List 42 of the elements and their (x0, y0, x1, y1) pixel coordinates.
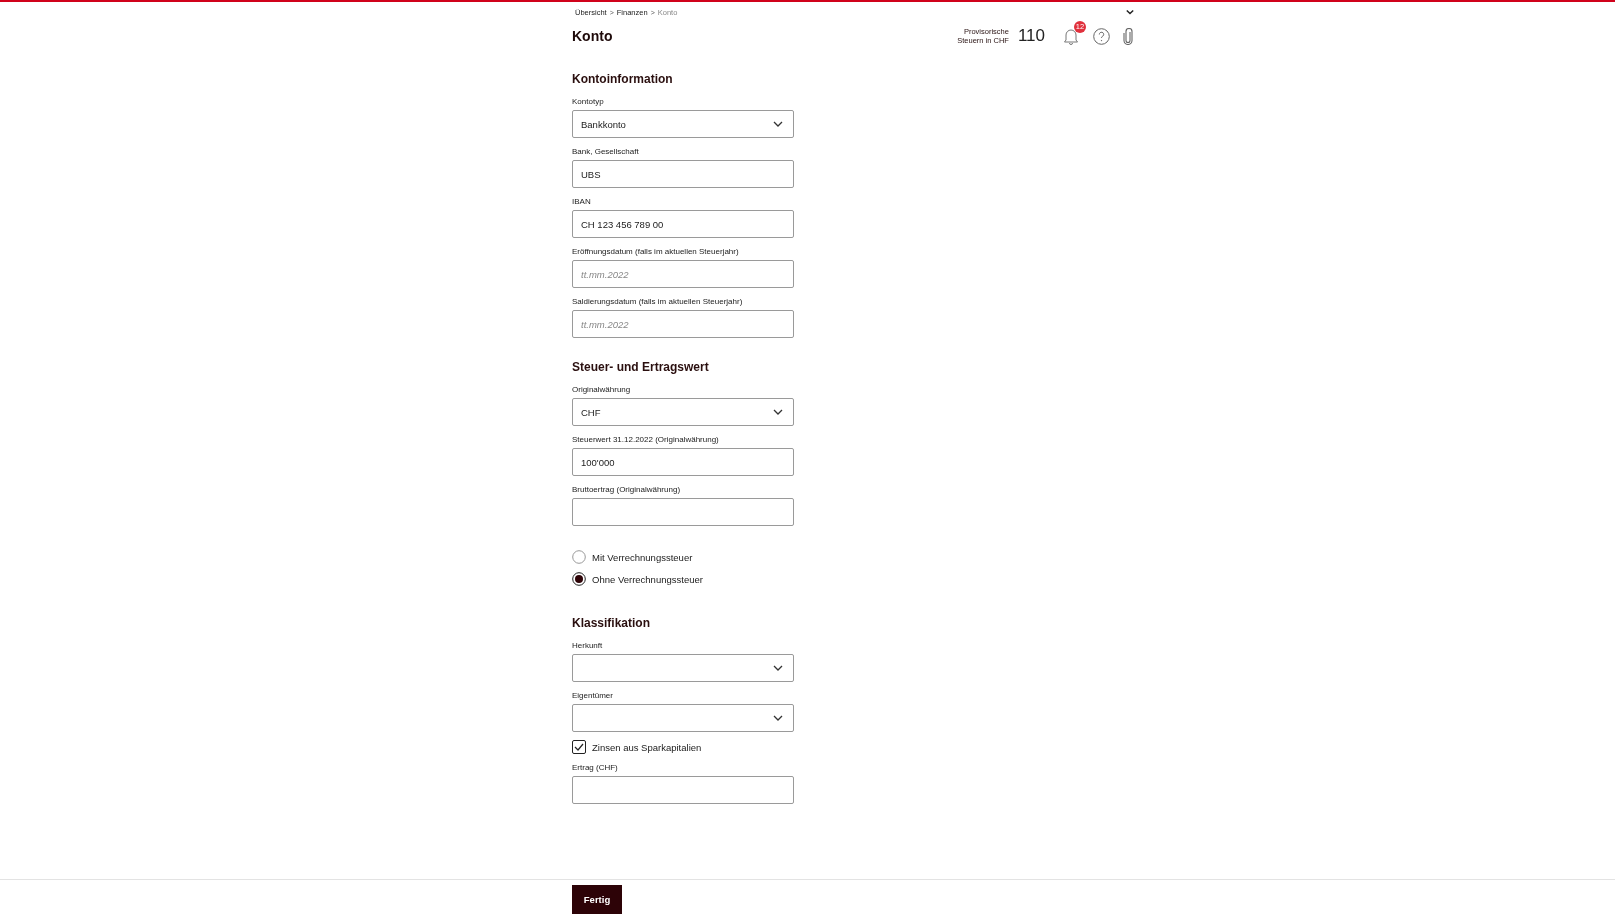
tax-amount: 110 (1017, 26, 1045, 46)
radio-label: Mit Verrechnungssteuer (592, 551, 693, 563)
select-field[interactable]: Bankkonto (572, 110, 794, 138)
radio-label: Ohne Verrechnungssteuer (592, 573, 703, 585)
chevron-down-icon (773, 665, 783, 671)
field-label: Bank, Gesellschaft (572, 146, 640, 158)
section-heading: Klassifikation (572, 616, 652, 630)
radio-button[interactable] (572, 572, 586, 586)
field-label: Originalwährung (572, 384, 632, 396)
chevron-down-icon (773, 121, 783, 127)
chevron-down-icon[interactable] (1126, 9, 1134, 15)
field-label: Herkunft (572, 640, 604, 652)
radio-button[interactable] (572, 550, 586, 564)
input-field[interactable]: tt.mm.2022 (572, 310, 794, 338)
field-label: Ertrag (CHF) (572, 762, 619, 774)
select-field[interactable] (572, 654, 794, 682)
field-label: Eigentümer (572, 690, 614, 702)
section-heading: Steuer- und Ertragswert (572, 360, 710, 374)
field-label: Kontotyp (572, 96, 605, 108)
field-label: IBAN (572, 196, 592, 208)
field-label: Steuerwert 31.12.2022 (Originalwährung) (572, 434, 720, 446)
field-label: Eröffnungsdatum (falls im aktuellen Steuerjahr) (572, 246, 740, 258)
chevron-down-icon (773, 715, 783, 721)
input-field[interactable]: CH 123 456 789 00 (572, 210, 794, 238)
bell-icon[interactable] (1063, 27, 1079, 45)
field-label: Bruttoertrag (Originalwährung) (572, 484, 682, 496)
select-field[interactable] (572, 704, 794, 732)
input-field[interactable]: 100'000 (572, 448, 794, 476)
input-field[interactable] (572, 776, 794, 804)
input-field[interactable] (572, 498, 794, 526)
checkbox-label: Zinsen aus Sparkapitalien (592, 741, 702, 753)
page-title: Konto (572, 28, 613, 44)
checkbox[interactable] (572, 740, 586, 754)
select-field[interactable]: CHF (572, 398, 794, 426)
paperclip-icon[interactable] (1122, 27, 1134, 45)
chevron-down-icon (773, 409, 783, 415)
input-field[interactable]: tt.mm.2022 (572, 260, 794, 288)
field-label: Saldierungsdatum (falls im aktuellen Steuerjahr) (572, 296, 744, 308)
input-field[interactable]: UBS (572, 160, 794, 188)
done-button[interactable]: Fertig (572, 885, 622, 914)
help-icon[interactable] (1093, 27, 1110, 45)
section-heading: Kontoinformation (572, 72, 674, 86)
